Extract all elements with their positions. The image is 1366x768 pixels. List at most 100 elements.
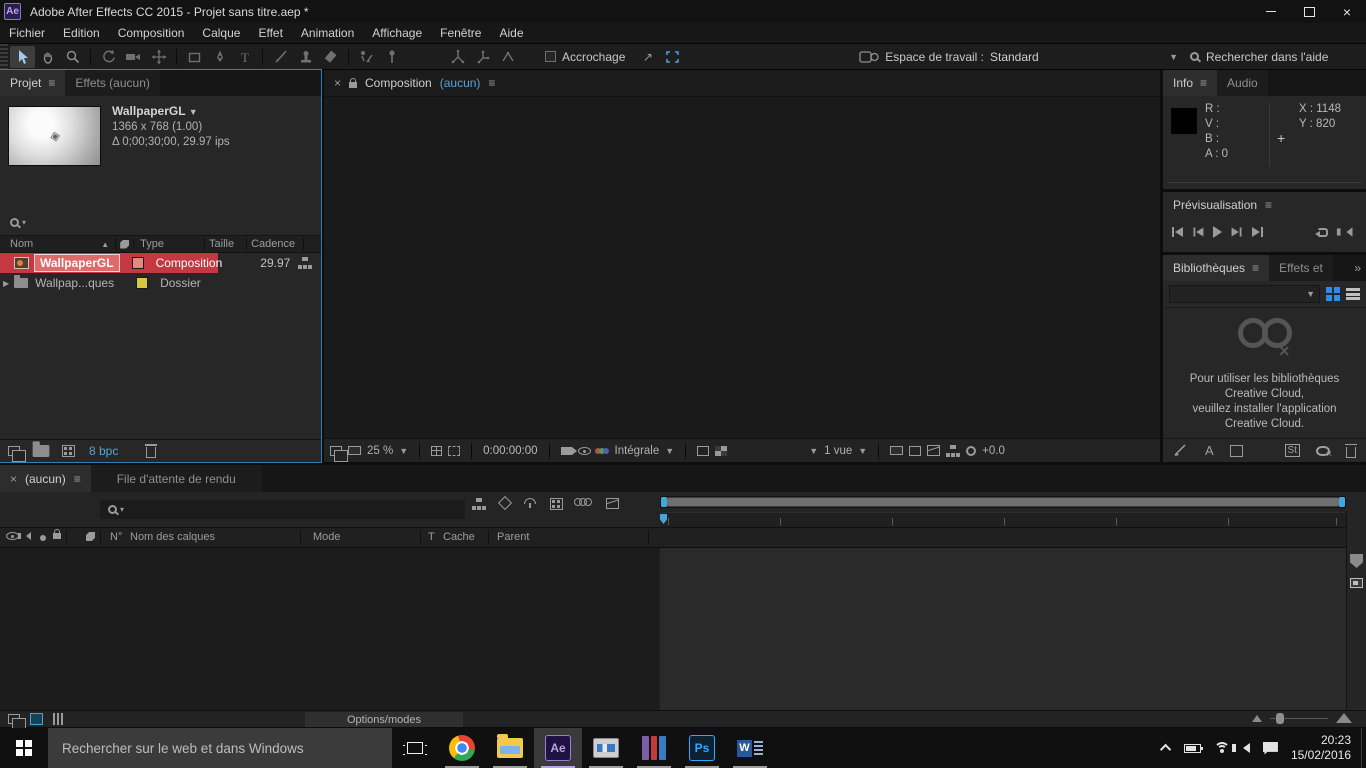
motion-blur-icon[interactable] [574,498,592,510]
library-select[interactable]: ▼ [1169,285,1320,303]
battery-icon[interactable] [1183,743,1203,753]
tab-info[interactable]: Info ≡ [1163,70,1218,96]
zoom-tool-icon[interactable] [60,46,85,68]
col-nom[interactable]: Nom [10,238,33,250]
view-layout-caret-icon[interactable]: ▼ [809,446,818,456]
project-search[interactable]: ▾ [0,210,321,236]
frame-blend-toggle-icon[interactable] [30,713,43,725]
trash-icon[interactable] [145,444,158,458]
panel-menu-icon[interactable]: ≡ [1265,198,1272,212]
draft-3d-icon[interactable] [497,495,513,511]
loop-icon[interactable] [1315,227,1328,237]
close-tab-icon[interactable]: × [10,472,17,486]
help-search-input[interactable] [1206,49,1356,64]
workspace-select[interactable]: Standard ▼ [984,47,1184,67]
puppet-pin-tool-icon[interactable] [379,46,404,68]
grid-view-icon[interactable] [1326,287,1340,301]
axis-world-icon[interactable] [471,46,496,68]
flowchart-icon[interactable] [298,257,312,269]
selection-tool-icon[interactable] [10,45,35,68]
maximize-button[interactable] [1290,0,1328,23]
mask-visibility-icon[interactable] [448,445,461,456]
timeline-navigator[interactable] [660,496,1346,508]
expand-icon[interactable]: ▶ [3,279,9,288]
magnification-caret-icon[interactable]: ▼ [399,446,408,456]
view-layout-caret2-icon[interactable]: ▼ [858,446,867,456]
close-button[interactable]: × [1328,0,1366,23]
start-button[interactable] [0,728,48,768]
label-column-icon[interactable] [120,239,130,249]
menu-animation[interactable]: Animation [292,23,363,43]
col-name[interactable]: Nom des calques [130,531,215,543]
transfer-controls-icon[interactable] [53,713,63,725]
selection-bounds-icon[interactable] [660,46,685,68]
taskbar-word[interactable]: W [726,728,774,768]
options-modes-button[interactable]: Options/modes [305,712,463,727]
label-column-icon[interactable] [86,532,95,541]
tab-audio[interactable]: Audio [1217,70,1268,96]
col-cadence[interactable]: Cadence [251,238,295,250]
rotation-tool-icon[interactable] [96,46,121,68]
taskbar-chrome[interactable] [438,728,486,768]
composition-mini-flowchart-icon[interactable] [472,498,486,510]
comp-marker-bin-icon[interactable] [1350,554,1363,568]
interpret-footage-icon[interactable] [8,446,26,462]
toolbar-grip[interactable] [0,44,8,69]
current-time-indicator[interactable] [660,514,667,524]
col-cache[interactable]: Cache [443,531,475,543]
paint-icon[interactable] [1173,443,1189,458]
more-tabs-icon[interactable]: » [1354,261,1361,275]
solo-column-icon[interactable] [40,535,46,541]
navigator-end-handle[interactable] [1339,497,1345,507]
composition-thumbnail[interactable]: ◈ [8,106,101,166]
taskbar-photoshop[interactable]: Ps [678,728,726,768]
snap-checkbox[interactable] [545,51,556,62]
zoom-handle[interactable] [1276,712,1284,724]
project-bit-depth[interactable]: 8 bpc [89,444,118,458]
menu-effet[interactable]: Effet [249,23,291,43]
shy-layers-icon[interactable] [524,498,536,508]
show-snapshot-icon[interactable] [577,446,591,455]
magnification[interactable]: 25 % [367,445,393,457]
taskbar-winrar[interactable] [630,728,678,768]
help-search[interactable] [1190,49,1356,64]
lock-column-icon[interactable] [53,529,61,539]
next-frame-icon[interactable] [1231,227,1243,238]
task-view-button[interactable] [392,728,438,768]
comp-button-icon[interactable] [1350,578,1363,588]
panel-menu-icon[interactable]: ≡ [1252,261,1259,275]
stock-icon[interactable]: St [1284,444,1300,457]
first-frame-icon[interactable] [1171,226,1183,238]
taskbar-media-app[interactable] [582,728,630,768]
expand-layers-icon[interactable] [8,714,26,730]
taskbar-search-input[interactable] [62,740,362,756]
label-color-chip[interactable] [136,277,149,289]
fast-previews-icon[interactable] [909,445,922,456]
transparency-grid-icon[interactable] [715,445,728,456]
tab-render-queue[interactable]: File d'attente de rendu [90,465,262,492]
tab-effets-et[interactable]: Effets et [1269,255,1333,281]
volume-icon[interactable] [1231,743,1250,753]
menu-fenetre[interactable]: Fenêtre [431,23,490,43]
col-type[interactable]: Type [140,238,164,250]
pixel-aspect-icon[interactable] [890,446,904,455]
tab-timeline-aucun[interactable]: × (aucun) ≡ [0,465,91,492]
panel-menu-icon[interactable]: ≡ [74,472,81,486]
list-view-icon[interactable] [1346,288,1360,300]
axis-view-icon[interactable] [496,46,521,68]
show-desktop-button[interactable] [1361,728,1366,768]
close-tab-icon[interactable]: × [334,76,341,90]
rectangle-tool-icon[interactable] [182,46,207,68]
audio-mute-icon[interactable] [1336,227,1353,237]
last-frame-icon[interactable] [1252,226,1264,238]
col-trkmat[interactable]: T [428,531,435,543]
tab-composition[interactable]: × Composition (aucun) ≡ [324,70,506,96]
taskbar-after-effects[interactable]: Ae [534,728,582,768]
tab-effets[interactable]: Effets (aucun) [65,70,160,96]
panel-menu-icon[interactable]: ≡ [48,76,55,90]
resolution[interactable]: Intégrale [615,445,660,457]
resolution-caret-icon[interactable]: ▼ [665,446,674,456]
taskbar-search[interactable] [48,728,392,768]
view-layout[interactable]: 1 vue [824,445,852,457]
camera-tool-icon[interactable] [121,46,146,68]
